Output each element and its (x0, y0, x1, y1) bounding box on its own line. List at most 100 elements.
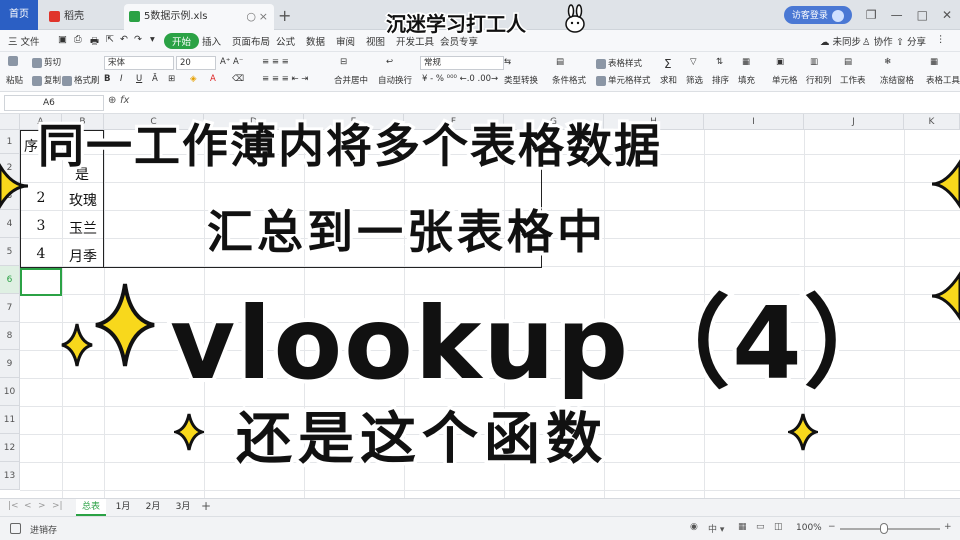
zoom-in-icon[interactable]: + (944, 522, 952, 532)
input-mode[interactable]: 中 ▾ (708, 522, 724, 535)
fill-color-icon[interactable]: ◈ (190, 74, 197, 84)
maximize-icon[interactable]: □ (917, 8, 928, 22)
selected-cell[interactable] (20, 268, 62, 296)
reading-view-icon[interactable]: ◫ (774, 522, 783, 532)
sort-button[interactable]: 排序 (712, 74, 729, 86)
format-painter-button[interactable]: 格式刷 (62, 74, 100, 86)
menu-view[interactable]: 视图 (366, 34, 385, 48)
restore-icon[interactable]: ❐ (866, 8, 877, 22)
align-top-icon[interactable]: ≡ ≡ ≡ (262, 57, 289, 67)
collab-button[interactable]: ♙ 协作 (862, 34, 893, 48)
tab-workbook[interactable]: 5数据示例.xls ○ × (124, 4, 274, 30)
row-header[interactable]: 11 (0, 406, 20, 434)
home-tab[interactable]: 首页 (0, 0, 38, 30)
sheet-tab-feb[interactable]: 2月 (138, 499, 168, 516)
font-size-select[interactable]: 20 (176, 56, 216, 70)
column-header[interactable]: K (904, 114, 960, 130)
row-header[interactable]: 9 (0, 350, 20, 378)
merge-center-button[interactable]: 合并居中 (334, 74, 368, 86)
worksheet-button[interactable]: 工作表 (840, 74, 866, 86)
sort-icon[interactable]: ⇅ (716, 57, 723, 67)
convert-icon[interactable]: ⇆ (504, 57, 511, 67)
paste-button[interactable]: 粘贴 (6, 74, 23, 86)
column-header[interactable]: J (804, 114, 904, 130)
print-icon[interactable]: 🖶 (90, 34, 99, 50)
row-header[interactable]: 12 (0, 434, 20, 462)
menu-file[interactable]: 三 文件 (8, 34, 40, 48)
cell-style-button[interactable]: 单元格样式 (596, 74, 651, 86)
merge-icon[interactable]: ⊟ (340, 57, 347, 67)
fill-icon[interactable]: ▦ (742, 57, 750, 67)
menu-insert[interactable]: 插入 (202, 34, 221, 48)
name-box[interactable]: A6 (4, 95, 104, 111)
menu-review[interactable]: 审阅 (336, 34, 355, 48)
freeze-icon[interactable]: ❄ (884, 57, 891, 67)
table-tools-icon[interactable]: ▦ (930, 57, 938, 67)
font-name-select[interactable]: 宋体 (104, 56, 174, 70)
wrap-icon[interactable]: ↩ (386, 57, 393, 67)
eye-icon[interactable]: ◉ (690, 522, 698, 532)
cell-no-r5[interactable]: 4 (20, 246, 62, 262)
cell-icon[interactable]: ▣ (776, 57, 784, 67)
zoom-slider-knob[interactable] (880, 523, 888, 534)
filter-button[interactable]: 筛选 (686, 74, 703, 86)
type-convert-button[interactable]: 类型转换 (504, 74, 538, 86)
wrap-text-button[interactable]: 自动换行 (378, 74, 412, 86)
cond-format-icon[interactable]: ▤ (556, 57, 564, 67)
border-icon[interactable]: ⊞ (168, 74, 175, 84)
export-icon[interactable]: ⇱ (106, 34, 114, 45)
sheet-tab-total[interactable]: 总表 (76, 499, 106, 516)
bold-icon[interactable]: B (104, 74, 110, 84)
fx-icon[interactable]: fx (120, 95, 129, 106)
first-sheet-icon[interactable]: |< (8, 501, 19, 511)
row-header[interactable]: 10 (0, 378, 20, 406)
number-format-select[interactable]: 常规 (420, 56, 504, 70)
sync-status[interactable]: ☁ 未同步 (820, 34, 861, 48)
cell-name-r4[interactable]: 玉兰 (62, 218, 104, 238)
cell-no-r4[interactable]: 3 (20, 218, 62, 234)
row-header[interactable]: 7 (0, 294, 20, 322)
normal-view-icon[interactable]: ▦ (738, 522, 747, 532)
sum-icon[interactable]: Σ (664, 57, 672, 71)
strike-icon[interactable]: Ā (152, 74, 158, 84)
align-left-icon[interactable]: ≡ ≡ ≡ ⇤ ⇥ (262, 74, 308, 84)
next-sheet-icon[interactable]: > (38, 501, 46, 511)
close-icon[interactable]: × (259, 4, 268, 30)
row-header[interactable]: 5 (0, 238, 20, 266)
font-color-icon[interactable]: A (210, 74, 216, 84)
eraser-icon[interactable]: ⌫ (232, 74, 244, 84)
sum-button[interactable]: 求和 (660, 74, 677, 86)
share-button[interactable]: ⇪ 分享 (896, 34, 926, 48)
table-style-button[interactable]: 表格样式 (596, 57, 642, 69)
cut-button[interactable]: 剪切 (32, 56, 61, 68)
column-header[interactable]: I (704, 114, 804, 130)
select-all-corner[interactable] (0, 114, 20, 130)
menu-start[interactable]: 开始 (164, 33, 200, 49)
paste-icon[interactable] (8, 56, 20, 67)
macro-icon[interactable] (10, 523, 21, 534)
menu-formula[interactable]: 公式 (276, 34, 295, 48)
cell-name-r5[interactable]: 月季 (62, 246, 104, 266)
sheet-tab-jan[interactable]: 1月 (108, 499, 138, 516)
save-icon[interactable]: ▣ (58, 34, 67, 45)
cell-button[interactable]: 单元格 (772, 74, 798, 86)
tab-docer[interactable]: 稻壳 (44, 4, 122, 30)
copy-button[interactable]: 复制 (32, 74, 61, 86)
close-window-icon[interactable]: ✕ (942, 8, 952, 22)
zoom-icon[interactable]: ⊕ (108, 95, 116, 106)
redo-icon[interactable]: ↷ (134, 34, 142, 45)
more-icon[interactable]: ▾ (150, 34, 155, 45)
print-preview-icon[interactable]: ⎙ (74, 34, 82, 45)
add-sheet-button[interactable]: + (201, 499, 211, 513)
underline-icon[interactable]: U (136, 74, 142, 84)
table-tools-button[interactable]: 表格工具 (926, 74, 960, 86)
more-menu-icon[interactable]: ⋮ (936, 34, 946, 45)
zoom-slider[interactable] (840, 528, 940, 530)
freeze-button[interactable]: 冻结窗格 (880, 74, 914, 86)
row-header[interactable]: 6 (0, 266, 20, 294)
currency-icon[interactable]: ¥ - % ⁰⁰⁰ ←.0 .00→ (422, 74, 498, 84)
cell-name-r3[interactable]: 玫瑰 (62, 190, 104, 210)
zoom-level[interactable]: 100% (796, 523, 822, 533)
filter-icon[interactable]: ▽ (690, 57, 697, 67)
row-col-button[interactable]: 行和列 (806, 74, 832, 86)
